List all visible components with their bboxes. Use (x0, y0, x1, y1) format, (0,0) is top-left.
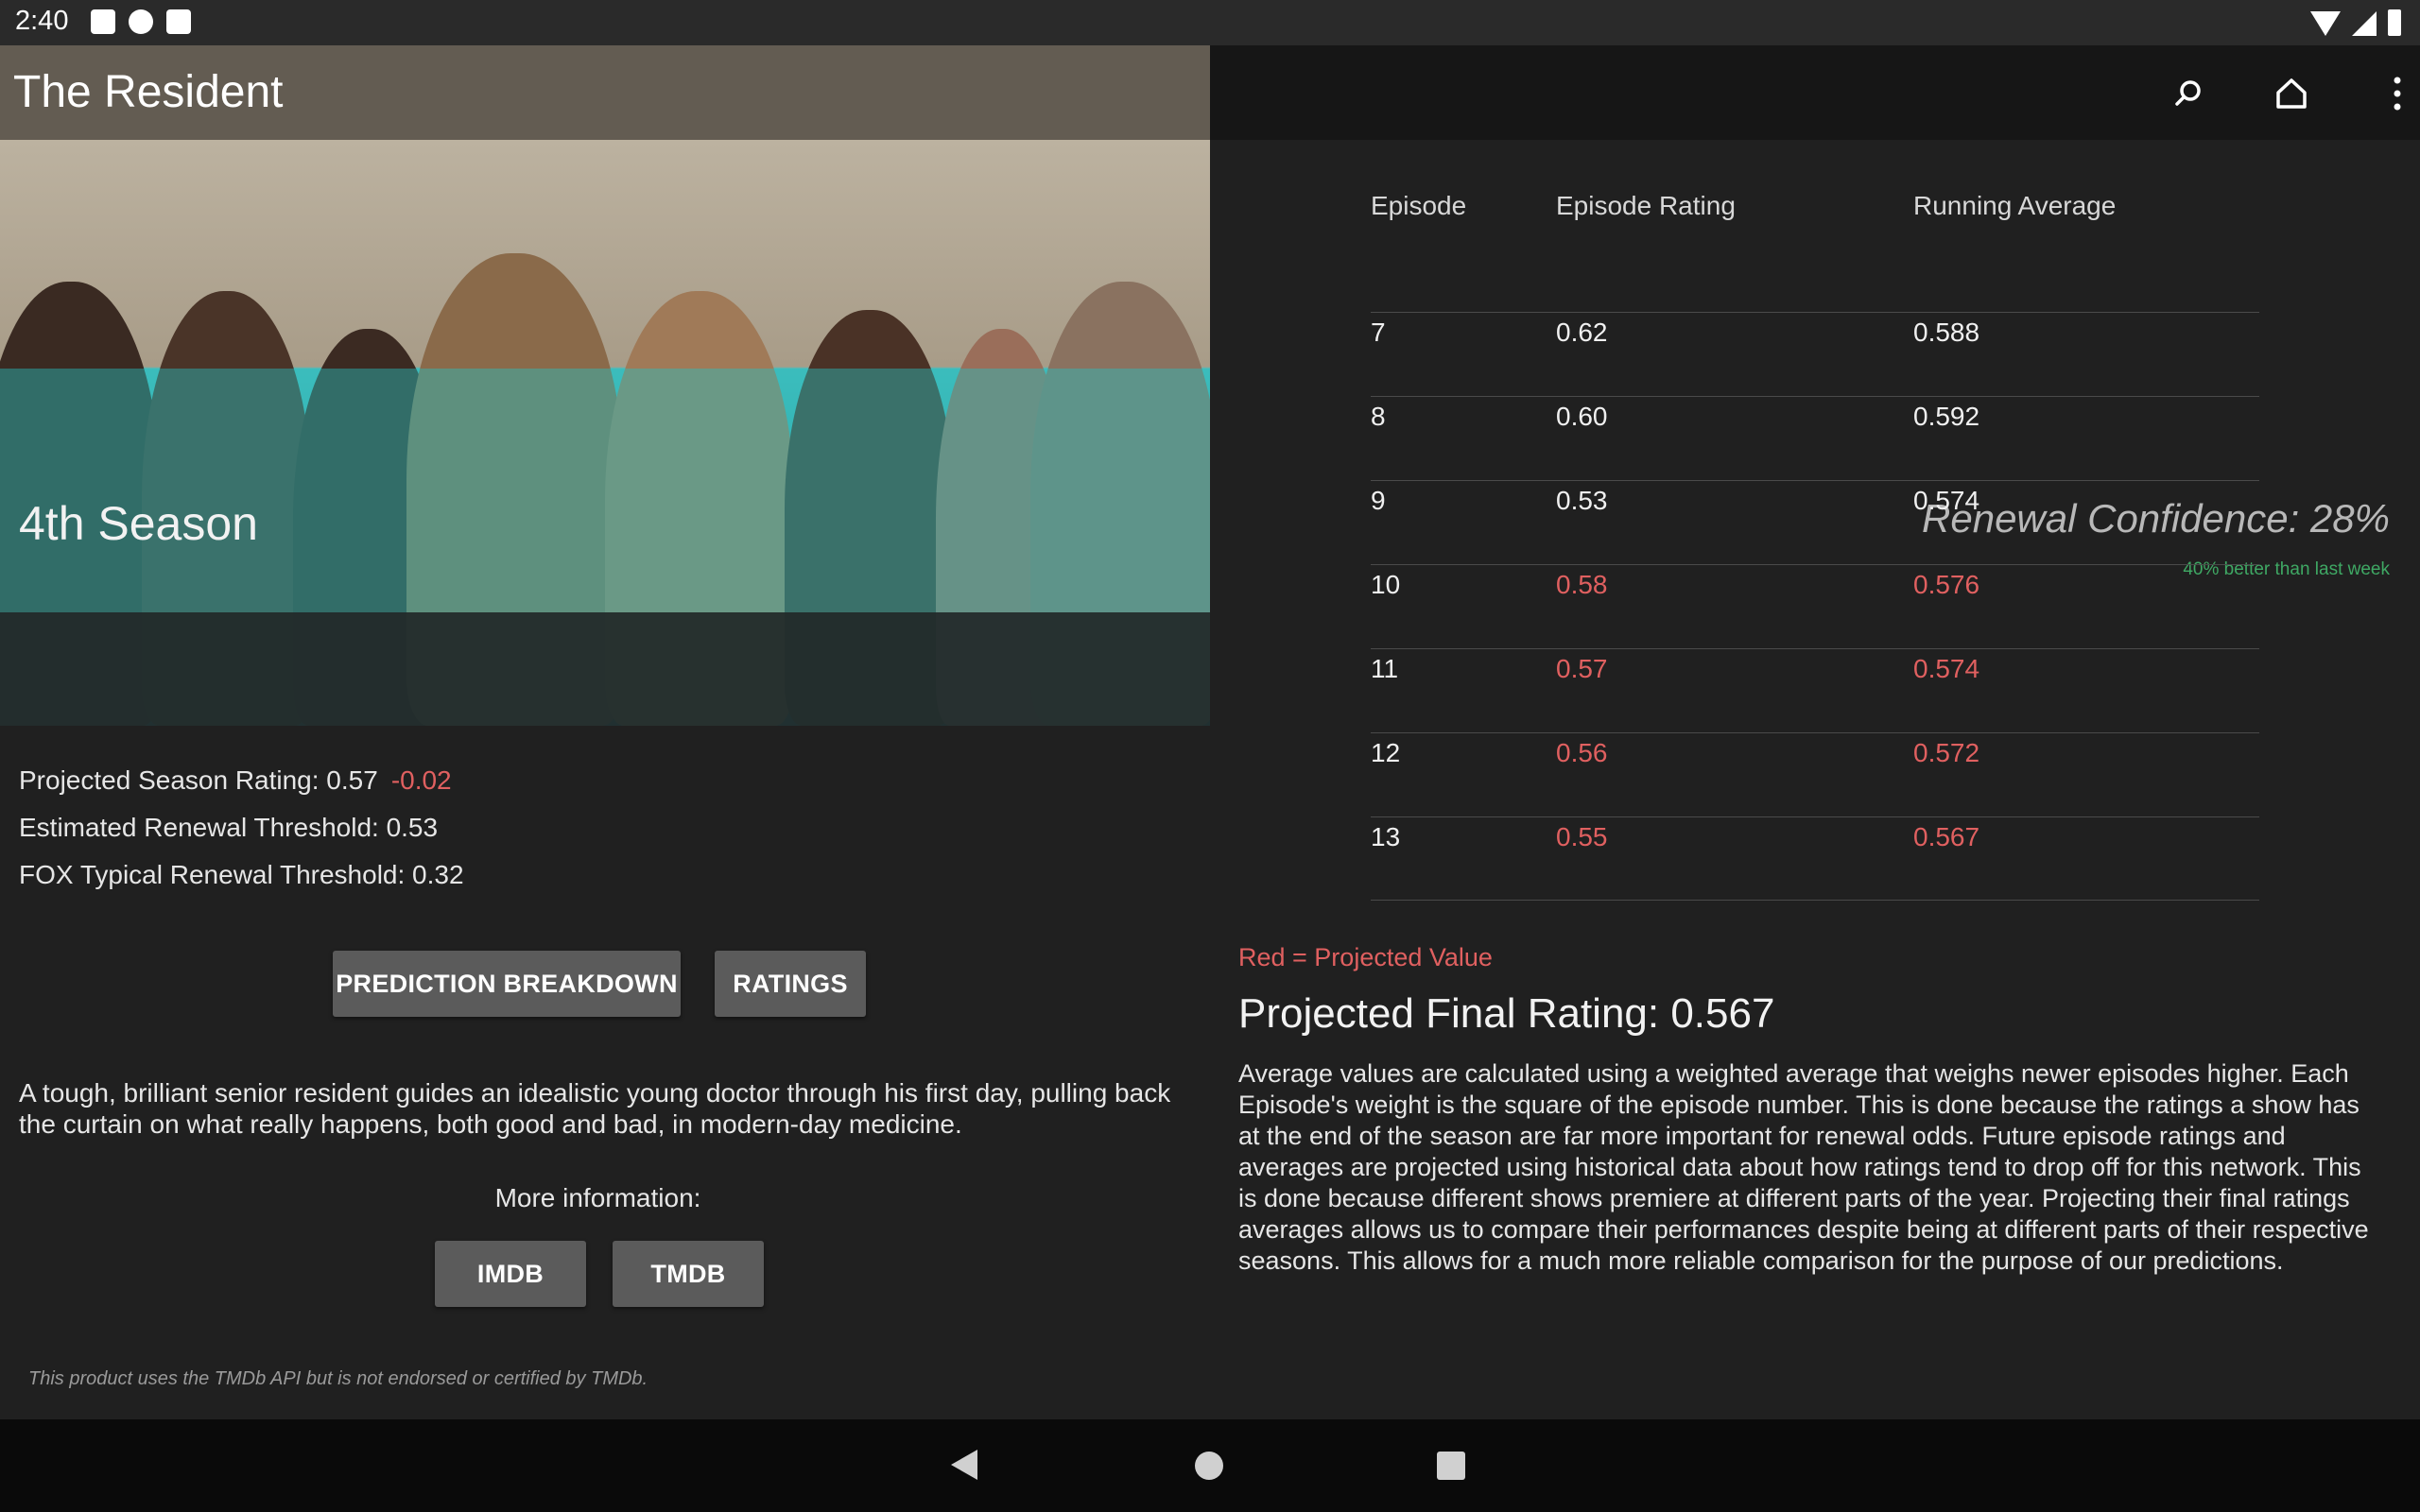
episode-cell: 9 (1371, 486, 1386, 515)
network-renewal-threshold: FOX Typical Renewal Threshold: 0.32 (19, 860, 464, 889)
wifi-icon (2310, 11, 2341, 36)
table-row: 7 0.62 0.588 (1371, 312, 2259, 396)
more-vert-icon[interactable] (2372, 68, 2420, 119)
status-time: 2:40 (15, 6, 69, 36)
imdb-button[interactable]: IMDB (435, 1241, 586, 1307)
table-row: 8 0.60 0.592 (1371, 396, 2259, 480)
average-cell: 0.592 (1913, 402, 1980, 431)
estimated-renewal-threshold: Estimated Renewal Threshold: 0.53 (19, 813, 439, 842)
projected-final-rating: Projected Final Rating: 0.567 (1238, 990, 1775, 1037)
rating-cell: 0.55 (1556, 822, 1608, 851)
table-row: 13 0.55 0.567 (1371, 816, 2259, 901)
system-nav-bar (0, 1419, 2420, 1512)
search-icon[interactable] (2163, 68, 2214, 119)
show-poster-image (0, 140, 1210, 726)
episode-cell: 11 (1371, 654, 1399, 683)
average-cell: 0.567 (1913, 822, 1980, 851)
home-icon[interactable] (2266, 68, 2317, 119)
signal-icon (2352, 11, 2377, 36)
app-bar-actions (1210, 45, 2420, 140)
column-header-running-average: Running Average (1913, 191, 2117, 220)
season-title: 4th Season (19, 497, 258, 550)
episode-cell: 13 (1371, 822, 1401, 851)
rating-cell: 0.62 (1556, 318, 1608, 347)
average-cell: 0.574 (1913, 654, 1980, 683)
episode-cell: 8 (1371, 402, 1386, 431)
recents-icon[interactable] (1437, 1452, 1465, 1480)
projected-legend: Red = Projected Value (1238, 943, 1493, 971)
notification-a-icon (91, 9, 115, 34)
page-title: The Resident (13, 67, 284, 117)
show-description: A tough, brilliant senior resident guide… (19, 1078, 1171, 1139)
table-divider (1371, 900, 2259, 901)
more-info-label: More information: (494, 1183, 701, 1212)
table-row: 12 0.56 0.572 (1371, 732, 2259, 816)
rating-cell: 0.58 (1556, 570, 1608, 599)
episode-cell: 12 (1371, 738, 1401, 767)
average-cell: 0.576 (1913, 570, 1980, 599)
app-bar: The Resident (0, 45, 1210, 140)
prediction-breakdown-button[interactable]: PREDICTION BREAKDOWN (333, 951, 681, 1017)
rating-cell: 0.60 (1556, 402, 1608, 431)
episode-cell: 10 (1371, 570, 1401, 599)
column-header-episode: Episode (1371, 191, 1467, 220)
back-icon[interactable] (951, 1450, 977, 1480)
notification-app-icon (129, 9, 153, 34)
average-cell: 0.588 (1913, 318, 1980, 347)
tmdb-disclaimer: This product uses the TMDb API but is no… (28, 1368, 648, 1389)
episode-cell: 7 (1371, 318, 1386, 347)
table-row: 11 0.57 0.574 (1371, 648, 2259, 732)
rating-delta: -0.02 (390, 765, 452, 795)
table-row: 10 0.58 0.576 (1371, 564, 2259, 648)
methodology-explanation: Average values are calculated using a we… (1238, 1059, 2369, 1275)
status-bar: 2:40 (0, 0, 2420, 45)
column-header-episode-rating: Episode Rating (1556, 191, 1736, 220)
tmdb-button[interactable]: TMDB (613, 1241, 764, 1307)
battery-icon (2388, 9, 2401, 36)
home-circle-icon[interactable] (1195, 1452, 1223, 1480)
projected-season-rating: Projected Season Rating: 0.57 -0.02 (19, 765, 452, 795)
average-cell: 0.574 (1913, 486, 1980, 515)
rating-cell: 0.53 (1556, 486, 1608, 515)
sd-card-icon (166, 9, 191, 34)
rating-cell: 0.56 (1556, 738, 1608, 767)
ratings-button[interactable]: RATINGS (715, 951, 866, 1017)
average-cell: 0.572 (1913, 738, 1980, 767)
table-row: 9 0.53 0.574 (1371, 480, 2259, 564)
rating-cell: 0.57 (1556, 654, 1608, 683)
